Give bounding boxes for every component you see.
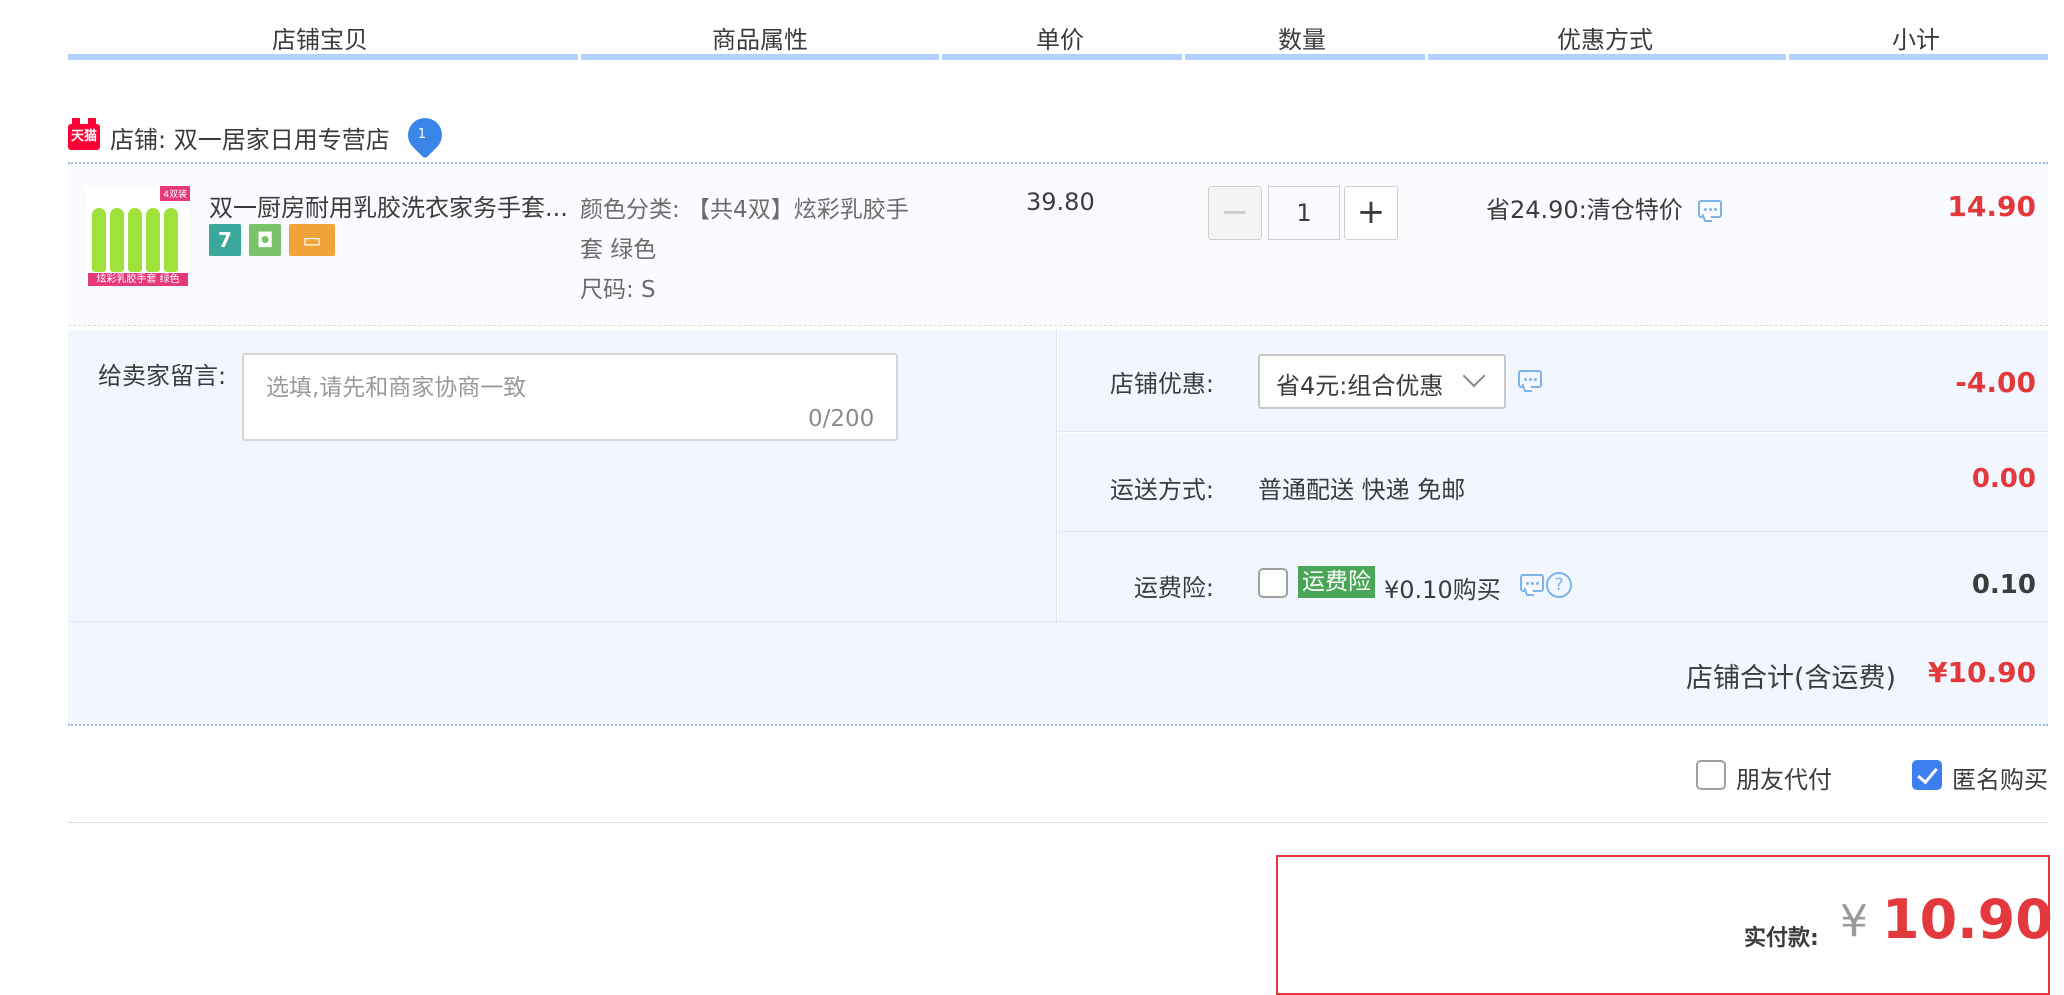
discount-comment-icon[interactable] (1518, 370, 1542, 388)
thumbnail-tag: 4双装 (160, 186, 190, 201)
header-bar (581, 54, 939, 60)
card-icon[interactable]: ▭ (289, 224, 335, 256)
seller-message-placeholder: 选填,请先和商家协商一致 (266, 375, 527, 401)
product-thumbnail[interactable]: 4双装 炫彩乳胶手套 绿色 (86, 186, 190, 286)
item-promotion: 省24.90:清仓特价 (1486, 196, 1683, 224)
header-bar (68, 54, 578, 60)
shop-total-value: ¥10.90 (1928, 656, 2037, 689)
product-title[interactable]: 双一厨房耐用乳胶洗衣家务手套... (209, 188, 568, 223)
friend-pay-label[interactable]: 朋友代付 (1736, 760, 1832, 795)
item-divider (68, 325, 2048, 326)
shipping-amount: 0.00 (1971, 464, 2036, 494)
row-divider (1058, 531, 2048, 532)
shipping-insurance-checkbox[interactable] (1258, 568, 1288, 598)
tmall-icon: 天猫 (68, 118, 100, 150)
anonymous-purchase-checkbox[interactable] (1912, 760, 1942, 790)
shipping-insurance-label: 运费险: (1133, 574, 1214, 602)
payment-label: 实付款: (1744, 926, 1819, 951)
friend-pay-checkbox[interactable] (1696, 760, 1726, 790)
header-bar (1185, 54, 1425, 60)
product-size-attribute: 尺码: S (580, 277, 656, 303)
glove-shape (128, 208, 142, 272)
shipping-insurance-tag: 运费险 (1298, 566, 1375, 598)
product-color-attribute: 颜色分类: 【共4双】炫彩乳胶手 (580, 197, 909, 223)
options-divider (68, 822, 2048, 823)
shipping-insurance-price: ¥0.10购买 (1384, 576, 1501, 604)
shipping-insurance-amount: 0.10 (1971, 570, 2036, 600)
column-header-discount: 优惠方式 (1557, 26, 1653, 54)
product-color-attribute-cont: 套 绿色 (580, 237, 657, 263)
seller-message-char-count: 0/200 (808, 406, 875, 432)
item-subtotal: 14.90 (1947, 190, 2036, 223)
payment-amount: 10.90 (1882, 888, 2053, 951)
quantity-decrease-button[interactable]: − (1208, 186, 1262, 240)
unit-price: 39.80 (1026, 188, 1095, 216)
row-divider (1058, 431, 2048, 432)
promotion-comment-icon[interactable] (1698, 200, 1722, 218)
glove-shape (110, 208, 124, 272)
header-bar (1789, 54, 2048, 60)
column-header-attributes: 商品属性 (712, 26, 808, 54)
shipping-method-label: 运送方式: (1109, 476, 1214, 504)
column-header-item: 店铺宝贝 (272, 26, 368, 54)
shop-discount-label: 店铺优惠: (1109, 370, 1214, 398)
column-header-unit-price: 单价 (1036, 26, 1084, 54)
help-icon[interactable]: ? (1546, 572, 1572, 598)
header-bar (1428, 54, 1786, 60)
glove-shape (146, 208, 160, 272)
shop-name[interactable]: 店铺: 双一居家日用专营店 (110, 120, 390, 155)
column-header-subtotal: 小计 (1892, 26, 1940, 54)
thumbnail-label: 炫彩乳胶手套 绿色 (88, 273, 188, 286)
shop-total-divider (68, 724, 2048, 726)
header-bar (942, 54, 1182, 60)
payment-currency: ¥ (1840, 896, 1868, 947)
glove-shape (92, 208, 106, 272)
row-divider (68, 621, 2048, 622)
insurance-comment-icon[interactable] (1520, 574, 1544, 592)
shop-discount-selected[interactable]: 省4元:组合优惠 (1276, 366, 1443, 401)
glove-shape (164, 208, 178, 272)
column-header-quantity: 数量 (1278, 26, 1326, 54)
quantity-input[interactable]: 1 (1268, 186, 1340, 240)
shield-icon[interactable]: ◘ (249, 224, 281, 256)
shop-discount-amount: -4.00 (1955, 366, 2036, 399)
anonymous-purchase-label[interactable]: 匿名购买 (1952, 760, 2048, 795)
shop-total-label: 店铺合计(含运费) (1686, 663, 1897, 694)
seven-day-return-icon[interactable]: 7 (209, 224, 241, 256)
seller-message-label: 给卖家留言: (98, 362, 227, 390)
wangwang-chat-icon[interactable]: 1 (400, 110, 450, 160)
quantity-increase-button[interactable]: + (1344, 186, 1398, 240)
shipping-method-value: 普通配送 快递 免邮 (1258, 476, 1466, 504)
